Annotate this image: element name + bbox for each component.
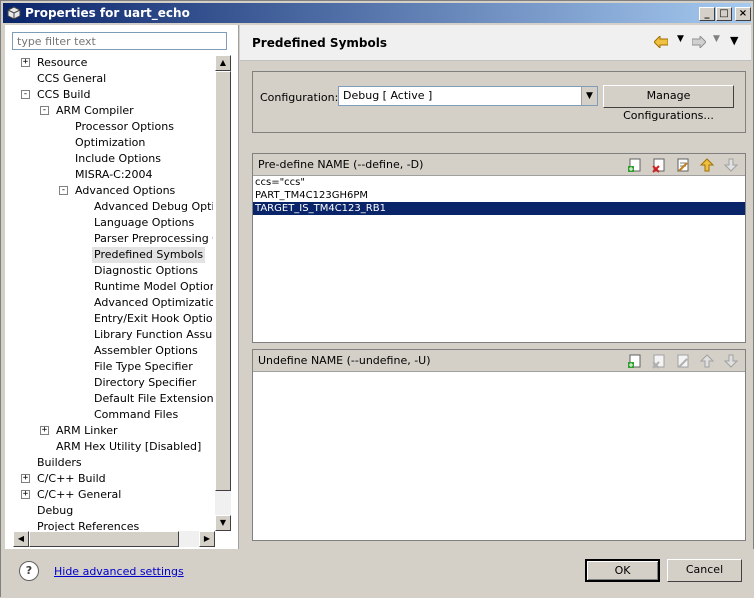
ok-button[interactable]: OK bbox=[585, 559, 660, 582]
page-header: Predefined Symbols ▼ ▼ ▼ bbox=[240, 25, 751, 61]
app-cube-icon bbox=[7, 6, 21, 20]
add-icon[interactable] bbox=[627, 157, 643, 173]
tree-vertical-scrollbar[interactable]: ▲ ▼ bbox=[215, 55, 231, 531]
expand-icon[interactable]: + bbox=[21, 474, 30, 483]
filter-input[interactable] bbox=[12, 32, 227, 50]
configuration-label: Configuration: bbox=[260, 91, 339, 104]
tree-item-label: Command Files bbox=[94, 408, 179, 421]
move-up-icon[interactable] bbox=[699, 353, 715, 369]
delete-icon[interactable] bbox=[651, 353, 667, 369]
edit-icon[interactable] bbox=[675, 353, 691, 369]
forward-menu-chevron-icon[interactable]: ▼ bbox=[713, 34, 720, 44]
expand-icon[interactable]: + bbox=[40, 426, 49, 435]
tree-item-label: Include Options bbox=[75, 152, 161, 165]
move-up-icon[interactable] bbox=[699, 157, 715, 173]
predefine-list[interactable]: ccs="ccs" PART_TM4C123GH6PM TARGET_IS_TM4C… bbox=[253, 176, 745, 215]
tree-item-label: ARM Hex Utility [Disabled] bbox=[56, 440, 202, 453]
tree-item-label: Optimization bbox=[75, 136, 146, 149]
properties-dialog: Properties for uart_echo _ □ × + Resource… bbox=[0, 0, 754, 598]
tree-item-label: C/C++ General bbox=[37, 488, 122, 501]
tree-item-label: Predefined Symbols bbox=[92, 247, 206, 263]
forward-arrow-icon[interactable] bbox=[692, 36, 706, 48]
tree-item-label: Directory Specifier bbox=[94, 376, 197, 389]
tree-item-label: Diagnostic Options bbox=[94, 264, 199, 277]
close-button[interactable]: × bbox=[735, 7, 751, 21]
tree-item-label: Assembler Options bbox=[94, 344, 198, 357]
expand-icon[interactable]: + bbox=[21, 58, 30, 67]
tree-item-label: Builders bbox=[37, 456, 82, 469]
tree-item-label: MISRA-C:2004 bbox=[75, 168, 153, 181]
tree-item-label: Default File Extensions bbox=[94, 392, 213, 405]
tree-item-label: Advanced Debug Options bbox=[94, 200, 213, 213]
tree-item-label: C/C++ Build bbox=[37, 472, 106, 485]
list-item[interactable]: ccs="ccs" bbox=[253, 176, 745, 189]
predefine-panel: Pre-define NAME (--define, -D) ccs="ccs"… bbox=[252, 153, 746, 343]
predefine-panel-header: Pre-define NAME (--define, -D) bbox=[253, 154, 745, 176]
list-item[interactable]: TARGET_IS_TM4C123_RB1 bbox=[253, 202, 745, 215]
tree-item-label: Entry/Exit Hook Options bbox=[94, 312, 213, 325]
tree-item-label: CCS Build bbox=[37, 88, 91, 101]
cancel-button[interactable]: Cancel bbox=[667, 559, 742, 582]
dialog-footer: ? Hide advanced settings OK Cancel bbox=[1, 549, 754, 598]
collapse-icon[interactable]: - bbox=[40, 106, 49, 115]
expand-icon[interactable]: + bbox=[21, 490, 30, 499]
title-bar: Properties for uart_echo _ □ × bbox=[3, 3, 751, 23]
left-navigation-pane: +ResourceCCS General-CCS Build-ARM Compi… bbox=[5, 25, 239, 549]
move-down-icon[interactable] bbox=[723, 353, 739, 369]
scroll-left-button[interactable]: ◀ bbox=[13, 531, 29, 547]
add-icon[interactable] bbox=[627, 353, 643, 369]
manage-configurations-button[interactable]: Manage Configurations... bbox=[603, 85, 734, 122]
chevron-down-icon[interactable]: ▼ bbox=[581, 87, 597, 105]
tree-item-label: File Type Specifier bbox=[94, 360, 193, 373]
configuration-value: Debug [ Active ] bbox=[343, 89, 433, 102]
right-content-pane: Predefined Symbols ▼ ▼ ▼ Configuration: … bbox=[240, 25, 751, 549]
delete-icon[interactable] bbox=[651, 157, 667, 173]
property-tree: + Resource CCS General - CCS Build - ARM Compi… bbox=[5, 55, 213, 555]
collapse-icon[interactable]: - bbox=[59, 186, 68, 195]
tree-item-label: CCS General bbox=[37, 72, 107, 85]
tree-item-label: Runtime Model Options bbox=[94, 280, 213, 293]
scroll-right-button[interactable]: ▶ bbox=[199, 531, 215, 547]
configuration-select[interactable]: Debug [ Active ] ▼ bbox=[338, 86, 598, 106]
move-down-icon[interactable] bbox=[723, 157, 739, 173]
undefine-panel-title: Undefine NAME (--undefine, -U) bbox=[258, 354, 431, 367]
edit-icon[interactable] bbox=[675, 157, 691, 173]
undefine-panel-header: Undefine NAME (--undefine, -U) bbox=[253, 350, 745, 372]
tree-item-label: Advanced Options bbox=[75, 184, 176, 197]
tree-item-label: Processor Options bbox=[75, 120, 174, 133]
maximize-button[interactable]: □ bbox=[716, 7, 732, 21]
tree-item-label: Resource bbox=[37, 56, 88, 69]
tree-item-label: ARM Linker bbox=[56, 424, 118, 437]
help-icon[interactable]: ? bbox=[19, 561, 39, 581]
scroll-thumb[interactable] bbox=[215, 71, 231, 491]
view-menu-icon[interactable]: ▼ bbox=[730, 34, 738, 47]
tree-item-label: Parser Preprocessing Opt bbox=[94, 232, 213, 245]
back-arrow-icon[interactable] bbox=[654, 36, 668, 48]
scroll-down-button[interactable]: ▼ bbox=[215, 515, 231, 531]
predefine-panel-title: Pre-define NAME (--define, -D) bbox=[258, 158, 424, 171]
configuration-group: Configuration: Debug [ Active ] ▼ Manage… bbox=[252, 71, 746, 133]
list-item[interactable]: PART_TM4C123GH6PM bbox=[253, 189, 745, 202]
scroll-up-button[interactable]: ▲ bbox=[215, 55, 231, 71]
tree-item-label: Language Options bbox=[94, 216, 195, 229]
back-menu-chevron-icon[interactable]: ▼ bbox=[677, 34, 684, 44]
window-title: Properties for uart_echo bbox=[25, 6, 190, 20]
hide-advanced-settings-link[interactable]: Hide advanced settings bbox=[54, 565, 184, 578]
tree-item-label: Advanced Optimizations bbox=[94, 296, 213, 309]
tree-item-label: Library Function Assumpt bbox=[94, 328, 213, 341]
minimize-button[interactable]: _ bbox=[699, 7, 715, 21]
scroll-hthumb[interactable] bbox=[29, 531, 179, 547]
undefine-panel: Undefine NAME (--undefine, -U) bbox=[252, 349, 746, 541]
page-title: Predefined Symbols bbox=[252, 36, 387, 50]
tree-item-label: ARM Compiler bbox=[56, 104, 134, 117]
tree-item-label: Debug bbox=[37, 504, 74, 517]
tree-horizontal-scrollbar[interactable]: ◀ ▶ bbox=[13, 531, 215, 547]
collapse-icon[interactable]: - bbox=[21, 90, 30, 99]
